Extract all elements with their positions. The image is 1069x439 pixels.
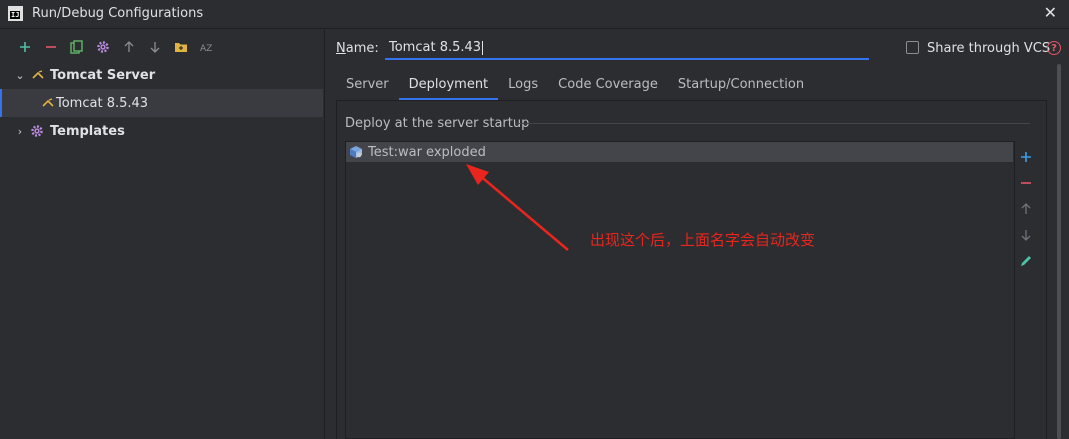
help-icon[interactable]: ? [1047, 41, 1061, 55]
config-tabs: Server Deployment Logs Code Coverage Sta… [336, 70, 814, 100]
settings-icon[interactable] [90, 37, 116, 57]
deployment-toolbar [1016, 144, 1036, 274]
list-item[interactable]: Test:war exploded [346, 142, 1013, 162]
move-down-icon[interactable] [142, 37, 168, 57]
deployment-list[interactable] [345, 141, 1015, 439]
svg-text:AZ: AZ [200, 44, 212, 53]
name-label: Name: [336, 41, 379, 56]
tree-label: Tomcat 8.5.43 [56, 95, 149, 111]
name-input[interactable]: Tomcat 8.5.43 [385, 36, 869, 60]
sidebar-toolbar: AZ [12, 37, 220, 57]
copy-icon[interactable] [64, 37, 90, 57]
settings-icon [31, 125, 43, 137]
tree-item-templates[interactable]: › Templates [0, 117, 324, 145]
remove-icon[interactable] [38, 37, 64, 57]
tree-label: Templates [50, 123, 125, 139]
title-bar: IJ Run/Debug Configurations ✕ [0, 0, 1069, 29]
tab-startup-connection[interactable]: Startup/Connection [668, 70, 814, 100]
tree-item-tomcat-server[interactable]: ⌄ Tomcat Server [0, 61, 324, 89]
configurations-sidebar: AZ ⌄ Tomcat Server Tomcat 8.5.43 › Templ… [0, 29, 325, 439]
move-down-icon[interactable] [1016, 222, 1036, 248]
tab-code-coverage[interactable]: Code Coverage [548, 70, 668, 100]
sort-az-icon[interactable]: AZ [194, 37, 220, 57]
section-title: Deploy at the server startup [345, 116, 530, 131]
list-item-label: Test:war exploded [368, 144, 486, 160]
add-icon[interactable] [1016, 144, 1036, 170]
vertical-scrollbar[interactable] [1057, 64, 1061, 439]
edit-icon[interactable] [1016, 248, 1036, 274]
tab-deployment[interactable]: Deployment [398, 70, 499, 100]
intellij-logo-icon: IJ [8, 6, 23, 21]
annotation-text: 出现这个后，上面名字会自动改变 [590, 231, 816, 249]
folder-icon[interactable] [168, 37, 194, 57]
text-caret [482, 40, 484, 55]
artifact-icon [350, 146, 362, 158]
add-icon[interactable] [12, 37, 38, 57]
remove-icon[interactable] [1016, 170, 1036, 196]
close-icon[interactable]: ✕ [1044, 3, 1057, 22]
chevron-down-icon[interactable]: ⌄ [14, 69, 26, 82]
share-vcs-label: Share through VCS [927, 41, 1051, 56]
chevron-right-icon[interactable]: › [14, 125, 26, 138]
configurations-tree: ⌄ Tomcat Server Tomcat 8.5.43 › Template… [0, 61, 324, 145]
share-vcs-checkbox[interactable] [906, 41, 919, 54]
tab-logs[interactable]: Logs [498, 70, 548, 100]
tree-item-tomcat-8-5-43[interactable]: Tomcat 8.5.43 [0, 89, 323, 117]
move-up-icon[interactable] [116, 37, 142, 57]
tomcat-icon [42, 98, 54, 107]
tree-label: Tomcat Server [50, 67, 156, 83]
tomcat-icon [32, 70, 44, 79]
move-up-icon[interactable] [1016, 196, 1036, 222]
tab-server[interactable]: Server [336, 70, 399, 100]
window-title: Run/Debug Configurations [32, 6, 204, 21]
section-divider [516, 123, 1030, 124]
